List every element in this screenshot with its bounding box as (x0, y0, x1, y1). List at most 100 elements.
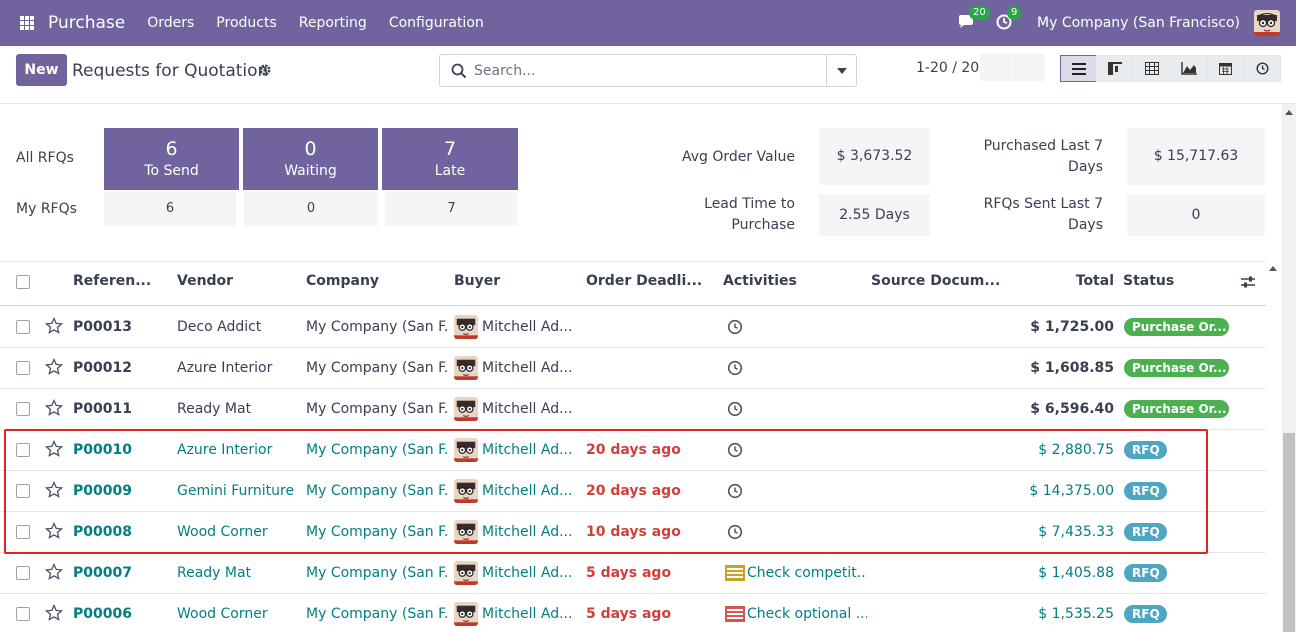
row-checkbox[interactable] (16, 566, 30, 580)
buyer-avatar (454, 602, 478, 626)
star-icon[interactable] (45, 399, 63, 417)
activity-view-button[interactable] (1244, 55, 1281, 82)
search-input[interactable] (474, 61, 814, 81)
column-settings-icon[interactable] (1241, 275, 1255, 289)
pager-previous-button[interactable] (980, 54, 1012, 81)
header-reference[interactable]: Referen... (73, 273, 153, 289)
buyer-cell: Mitchell Ad... (482, 360, 573, 376)
activity-clock-icon[interactable] (727, 401, 743, 417)
table-row[interactable]: P00012 Azure Interior My Company (San F.… (0, 348, 1266, 389)
header-vendor[interactable]: Vendor (177, 273, 287, 289)
company-switcher[interactable]: My Company (San Francisco) (1037, 15, 1240, 31)
gear-icon[interactable] (258, 63, 272, 77)
reference-cell: P00013 (73, 319, 132, 335)
activity-summary[interactable]: Check competit... (747, 564, 867, 582)
search-icon (451, 63, 467, 79)
tile-to-send-count: 6 (165, 138, 178, 160)
avg-order-value: $ 3,673.52 (819, 128, 930, 185)
search-options-toggle[interactable] (826, 55, 856, 86)
kanban-icon (1107, 62, 1122, 75)
star-icon[interactable] (45, 317, 63, 335)
tile-late-label: Late (434, 163, 466, 179)
pager-value[interactable]: 1-20 / 20 (916, 60, 979, 76)
star-icon[interactable] (45, 563, 63, 581)
table-row[interactable]: P00011 Ready Mat My Company (San F... Mi… (0, 389, 1266, 430)
header-company[interactable]: Company (306, 273, 436, 289)
activity-clock-icon[interactable] (727, 319, 743, 335)
kanban-view-button[interactable] (1096, 55, 1133, 82)
my-to-send[interactable]: 6 (104, 192, 236, 226)
list-icon (1071, 62, 1086, 75)
pager-next-button[interactable] (1013, 54, 1045, 81)
star-icon[interactable] (45, 358, 63, 376)
total-cell: $ 6,596.40 (1030, 401, 1114, 417)
messages-button[interactable]: 20 (957, 6, 990, 33)
buyer-cell: Mitchell Ad... (482, 319, 573, 335)
menu-products[interactable]: Products (216, 15, 276, 31)
caret-down-icon (837, 68, 847, 74)
scroll-up-arrow[interactable] (1285, 110, 1293, 115)
pivot-view-button[interactable] (1133, 55, 1170, 82)
avatar-icon (454, 356, 478, 380)
scrollbar-thumb[interactable] (1283, 433, 1295, 632)
activity-todo-icon[interactable] (725, 565, 745, 581)
reference-cell: P00012 (73, 360, 132, 376)
header-source-document[interactable]: Source Docum... (871, 273, 1001, 289)
menu-orders[interactable]: Orders (147, 15, 194, 31)
list-scroll-up-arrow[interactable] (1269, 266, 1277, 271)
activity-todo-icon[interactable] (725, 606, 745, 622)
app-grid-icon[interactable] (20, 16, 34, 30)
new-button[interactable]: New (16, 54, 67, 86)
my-late[interactable]: 7 (385, 192, 518, 226)
row-checkbox[interactable] (16, 361, 30, 375)
table-row[interactable]: P00013 Deco Addict My Company (San F... … (0, 307, 1266, 348)
tile-waiting[interactable]: 0 Waiting (243, 128, 378, 190)
reference-cell: P00011 (73, 401, 132, 417)
activity-summary[interactable]: Check optional ... (747, 605, 867, 623)
row-checkbox[interactable] (16, 402, 30, 416)
avatar-icon (454, 397, 478, 421)
vendor-cell: Deco Addict (177, 319, 262, 335)
tile-to-send[interactable]: 6 To Send (104, 128, 239, 190)
deadline-cell: 5 days ago (586, 606, 672, 622)
select-all-checkbox[interactable] (16, 275, 30, 289)
top-navbar: Purchase Orders Products Reporting Confi… (0, 0, 1296, 46)
user-avatar[interactable] (1254, 10, 1280, 36)
buyer-cell: Mitchell Ad... (482, 401, 573, 417)
header-total[interactable]: Total (1040, 273, 1114, 289)
header-activities[interactable]: Activities (723, 273, 843, 289)
avatar-icon (454, 561, 478, 585)
company-cell: My Company (San F... (306, 565, 448, 581)
activities-button[interactable]: 9 (995, 6, 1022, 33)
menu-reporting[interactable]: Reporting (299, 15, 367, 31)
table-row[interactable]: P00006 Wood Corner My Company (San F... … (0, 594, 1266, 632)
graph-view-button[interactable] (1170, 55, 1207, 82)
lead-time-label-line1: Lead Time to (704, 196, 795, 212)
tile-late[interactable]: 7 Late (382, 128, 518, 190)
buyer-avatar (454, 356, 478, 380)
page-title: Requests for Quotation (72, 61, 269, 81)
lead-time-label-line2: Purchase (731, 217, 795, 233)
buyer-avatar (454, 315, 478, 339)
menu-configuration[interactable]: Configuration (389, 15, 484, 31)
buyer-cell: Mitchell Ad... (482, 606, 573, 622)
row-checkbox[interactable] (16, 607, 30, 621)
list-view-button[interactable] (1060, 55, 1097, 82)
header-deadline[interactable]: Order Deadli... (586, 273, 706, 289)
star-icon[interactable] (45, 604, 63, 622)
row-checkbox[interactable] (16, 320, 30, 334)
header-status[interactable]: Status (1123, 273, 1203, 289)
header-buyer[interactable]: Buyer (454, 273, 574, 289)
my-waiting[interactable]: 0 (244, 192, 378, 226)
control-panel: New Requests for Quotation 1-20 / 20 (0, 46, 1296, 104)
lead-time-value: 2.55 Days (819, 194, 930, 236)
vendor-cell: Ready Mat (177, 565, 252, 581)
search-bar (439, 54, 857, 87)
table-row[interactable]: P00007 Ready Mat My Company (San F... Mi… (0, 553, 1266, 594)
calendar-view-button[interactable] (1207, 55, 1244, 82)
company-cell: My Company (San F... (306, 360, 448, 376)
lead-time-label: Lead Time to Purchase (660, 194, 795, 236)
reference-cell: P00006 (73, 606, 132, 622)
activity-clock-icon[interactable] (727, 360, 743, 376)
app-name[interactable]: Purchase (48, 13, 125, 33)
